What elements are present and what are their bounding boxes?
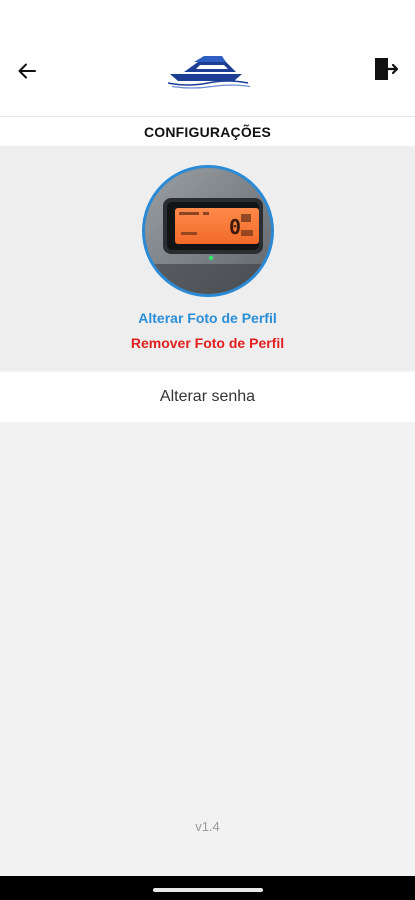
home-indicator[interactable] bbox=[153, 888, 263, 892]
logout-button[interactable] bbox=[369, 52, 403, 86]
svg-text:0: 0 bbox=[229, 215, 241, 239]
change-photo-link[interactable]: Alterar Foto de Perfil bbox=[0, 310, 415, 326]
profile-section: 0 Alterar Foto de Perfil Remover Foto de… bbox=[0, 146, 415, 370]
page-title: CONFIGURAÇÕES bbox=[143, 123, 272, 140]
arrow-left-icon bbox=[18, 63, 36, 79]
change-password-label: Alterar senha bbox=[159, 388, 256, 405]
remove-photo-link[interactable]: Remover Foto de Perfil bbox=[0, 335, 415, 351]
app-version: v1.4 bbox=[195, 819, 220, 834]
system-nav-bar bbox=[0, 876, 415, 900]
boat-logo-icon bbox=[167, 56, 251, 89]
profile-avatar[interactable]: 0 bbox=[142, 165, 274, 297]
instrument-display-photo: 0 bbox=[145, 168, 271, 294]
exit-door-icon bbox=[375, 58, 399, 80]
change-password-button[interactable]: Alterar senha bbox=[0, 372, 415, 422]
app-header bbox=[0, 0, 415, 116]
title-bar: CONFIGURAÇÕES bbox=[0, 116, 415, 146]
settings-screen: CONFIGURAÇÕES 0 Alterar Foto de Perfil R… bbox=[0, 0, 415, 900]
back-button[interactable] bbox=[10, 54, 44, 88]
